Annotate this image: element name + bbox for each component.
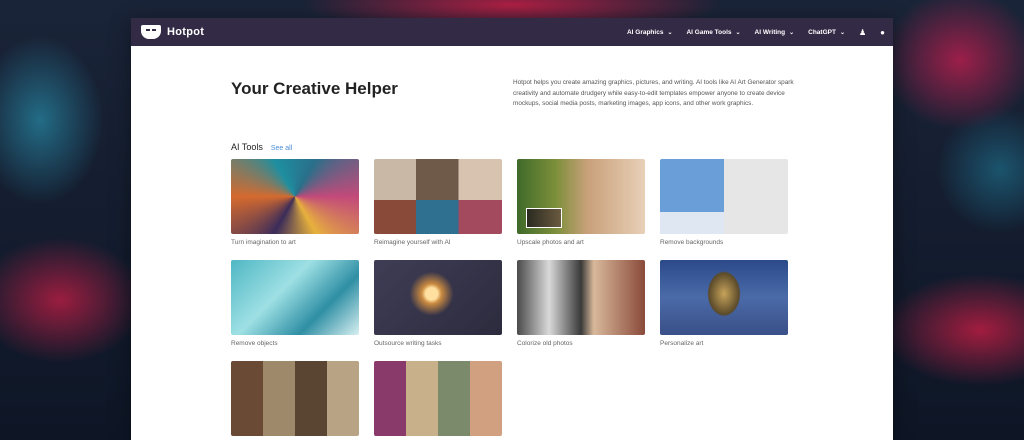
tool-thumbnail bbox=[231, 158, 359, 234]
tool-caption: Outsource writing tasks bbox=[374, 339, 442, 347]
ai-tools-header: AI Tools See all bbox=[131, 110, 893, 152]
nav-ai-graphics-label: AI Graphics bbox=[626, 28, 664, 36]
nav-ai-writing[interactable]: AI Writing ⌄ bbox=[755, 29, 795, 36]
tool-caption: Personalize art bbox=[660, 339, 704, 347]
tool-caption: Upscale photos and art bbox=[517, 238, 584, 246]
browser-page: Hotpot AI Graphics ⌄ AI Game Tools ⌄ AI … bbox=[131, 18, 893, 440]
chevron-down-icon: ⌄ bbox=[789, 29, 795, 36]
nav-ai-game-tools-label: AI Game Tools bbox=[686, 28, 732, 36]
nav-chatgpt[interactable]: ChatGPT ⌄ bbox=[808, 29, 845, 36]
brand-name: Hotpot bbox=[167, 26, 205, 38]
chevron-down-icon: ⌄ bbox=[667, 29, 673, 36]
tool-thumbnail bbox=[231, 360, 359, 436]
tool-card-art[interactable]: Turn imagination to art bbox=[231, 158, 359, 248]
logo[interactable]: Hotpot bbox=[141, 25, 204, 39]
tool-thumbnail bbox=[660, 158, 788, 234]
tool-card-personalize[interactable]: Personalize art bbox=[660, 259, 788, 349]
tool-card-remove-bg[interactable]: Remove backgrounds bbox=[660, 158, 788, 248]
chat-icon[interactable]: ● bbox=[880, 28, 885, 37]
section-title: AI Tools bbox=[231, 141, 263, 152]
tool-thumbnail bbox=[517, 158, 645, 234]
tool-card-reimagine[interactable]: Reimagine yourself with AI bbox=[374, 158, 502, 248]
tool-caption: Remove objects bbox=[231, 339, 278, 347]
tool-thumbnail bbox=[374, 158, 502, 234]
nav-ai-writing-label: AI Writing bbox=[754, 28, 786, 36]
chevron-down-icon: ⌄ bbox=[735, 29, 741, 36]
tool-caption: Reimagine yourself with AI bbox=[374, 238, 451, 246]
navbar: Hotpot AI Graphics ⌄ AI Game Tools ⌄ AI … bbox=[131, 18, 893, 46]
tool-card-writing[interactable]: Outsource writing tasks bbox=[374, 259, 502, 349]
nav-chatgpt-label: ChatGPT bbox=[808, 28, 836, 36]
tool-card-10[interactable] bbox=[374, 360, 502, 440]
tool-thumbnail bbox=[517, 259, 645, 335]
tool-card-upscale[interactable]: Upscale photos and art bbox=[517, 158, 645, 248]
tool-caption: Turn imagination to art bbox=[231, 238, 296, 246]
see-all-link[interactable]: See all bbox=[271, 145, 292, 152]
tool-caption: Colorize old photos bbox=[517, 339, 573, 347]
nav-ai-game-tools[interactable]: AI Game Tools ⌄ bbox=[686, 29, 740, 36]
tool-thumbnail bbox=[374, 360, 502, 436]
inset-preview bbox=[526, 207, 562, 228]
tool-thumbnail bbox=[374, 259, 502, 335]
tool-thumbnail bbox=[231, 259, 359, 335]
chevron-down-icon: ⌄ bbox=[839, 29, 845, 36]
tool-card-9[interactable] bbox=[231, 360, 359, 440]
tool-thumbnail bbox=[660, 259, 788, 335]
user-icon[interactable]: ♟ bbox=[859, 28, 866, 37]
tools-grid: Turn imagination to art Reimagine yourse… bbox=[131, 152, 893, 440]
tool-caption: Remove backgrounds bbox=[660, 238, 724, 246]
hero-title: Your Creative Helper bbox=[231, 79, 398, 98]
hotpot-logo-icon bbox=[141, 25, 161, 39]
nav-ai-graphics[interactable]: AI Graphics ⌄ bbox=[627, 29, 673, 36]
hero-description: Hotpot helps you create amazing graphics… bbox=[513, 79, 794, 107]
tool-card-remove-objects[interactable]: Remove objects bbox=[231, 259, 359, 349]
nav-menu: AI Graphics ⌄ AI Game Tools ⌄ AI Writing… bbox=[627, 28, 885, 37]
tool-card-colorize[interactable]: Colorize old photos bbox=[517, 259, 645, 349]
hero-section: Your Creative Helper Hotpot helps you cr… bbox=[131, 46, 893, 110]
